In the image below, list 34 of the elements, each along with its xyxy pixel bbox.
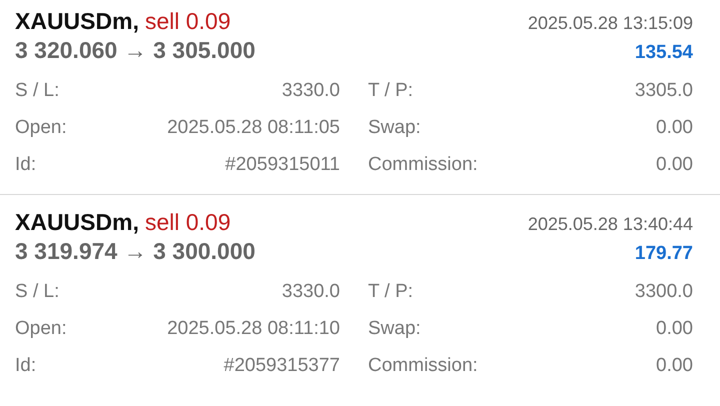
field-label: Id: xyxy=(15,355,38,377)
field-value: 0.00 xyxy=(655,318,693,340)
field-value: 3300.0 xyxy=(634,281,693,303)
profit-label: 135.54 xyxy=(634,42,693,64)
price-label: 3 319.974 → 3 300.000 xyxy=(15,238,256,265)
field-value: 2025.05.28 08:11:10 xyxy=(166,318,340,340)
trade-type-label: sell 0.09 xyxy=(144,8,231,34)
trade-type-label: sell 0.09 xyxy=(144,209,231,235)
field-value: 3305.0 xyxy=(634,80,693,102)
field-value: 3330.0 xyxy=(280,80,340,102)
field-label: Swap: xyxy=(367,117,422,139)
field-label: Swap: xyxy=(367,318,422,340)
field-value: 2025.05.28 08:11:05 xyxy=(166,117,340,139)
time-label: 2025.05.28 13:15:09 xyxy=(528,13,693,34)
field-value: 0.00 xyxy=(655,154,693,176)
field-value: 0.00 xyxy=(655,355,693,377)
time-label: 2025.05.28 13:40:44 xyxy=(528,214,693,235)
symbol-label: XAUUSDm, xyxy=(15,209,139,235)
field-value: 3330.0 xyxy=(280,281,340,303)
field-label: T / P: xyxy=(367,281,414,303)
field-value: #2059315377 xyxy=(222,355,340,377)
price-label: 3 320.060 → 3 305.000 xyxy=(15,37,256,64)
field-value: #2059315011 xyxy=(224,154,340,176)
field-value: 0.00 xyxy=(655,117,693,139)
profit-label: 179.77 xyxy=(634,243,693,265)
field-label: Id: xyxy=(15,154,38,176)
field-label: S / L: xyxy=(15,80,60,102)
symbol-label: XAUUSDm, xyxy=(15,8,139,34)
field-label: S / L: xyxy=(15,281,60,303)
field-label: Commission: xyxy=(367,154,479,176)
field-label: Open: xyxy=(15,318,68,340)
field-label: Commission: xyxy=(367,355,479,377)
field-label: T / P: xyxy=(367,80,414,102)
field-label: Open: xyxy=(15,117,68,139)
